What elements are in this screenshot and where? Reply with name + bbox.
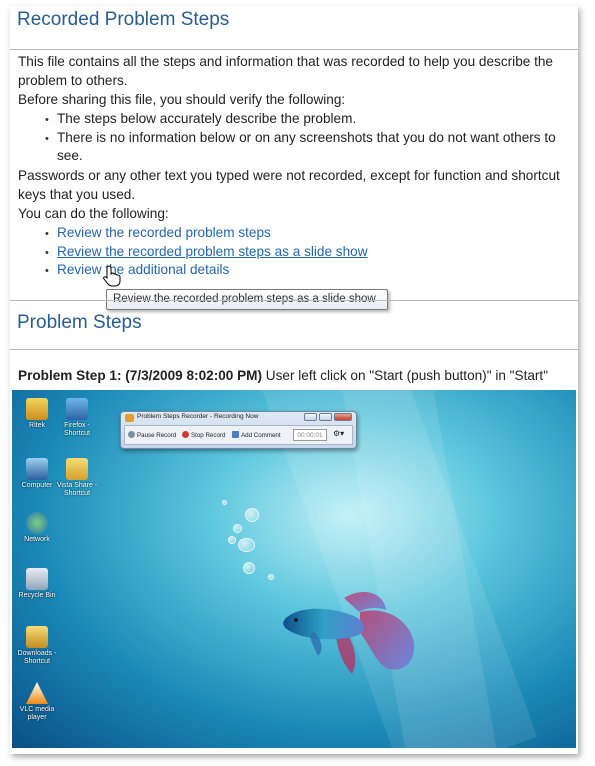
pause-record-button[interactable]: Pause Record bbox=[128, 431, 176, 439]
step-description: Problem Step 1: (7/3/2009 8:02:00 PM) Us… bbox=[18, 367, 578, 386]
desktop-icon[interactable]: Network bbox=[15, 512, 59, 544]
divider bbox=[10, 349, 578, 350]
recorder-icon bbox=[125, 414, 134, 422]
check-item-continued: see. bbox=[57, 148, 83, 163]
desktop-icon[interactable]: Computer bbox=[15, 458, 59, 490]
desktop-icon[interactable]: Firefox - Shortcut bbox=[55, 398, 99, 438]
recorder-toolbar: Pause Record Stop Record Add Comment 00:… bbox=[124, 425, 353, 445]
additional-details-link[interactable]: Review the additional details bbox=[57, 261, 229, 280]
divider bbox=[10, 300, 578, 301]
hand-cursor-icon bbox=[103, 265, 121, 287]
step-screenshot[interactable]: Ritek Firefox - Shortcut Computer Vista … bbox=[12, 390, 576, 748]
recording-timer: 00:00:01 bbox=[293, 429, 327, 441]
passwords-paragraph: Passwords or any other text you typed we… bbox=[18, 168, 560, 202]
desktop-icon[interactable]: VLC media player bbox=[15, 682, 59, 722]
bullet: • bbox=[45, 265, 49, 277]
divider bbox=[10, 49, 578, 50]
close-button[interactable] bbox=[334, 413, 352, 421]
bullet: • bbox=[45, 114, 49, 126]
bullet: • bbox=[45, 133, 49, 145]
desktop-icon[interactable]: Ritek bbox=[15, 398, 59, 430]
desktop-icon[interactable]: Downloads - Shortcut bbox=[15, 626, 59, 666]
step-text: User left click on "Start (push button)"… bbox=[262, 368, 549, 383]
desktop-icon[interactable]: Recycle Bin bbox=[15, 568, 59, 600]
recorded-steps-title: Recorded Problem Steps bbox=[17, 9, 230, 30]
add-comment-button[interactable]: Add Comment bbox=[232, 431, 281, 439]
step-heading: Problem Step 1: (7/3/2009 8:02:00 PM) bbox=[18, 368, 263, 383]
document-page: Recorded Problem Steps This file contain… bbox=[10, 6, 578, 754]
recorder-window[interactable]: Problem Steps Recorder - Recording Now P… bbox=[120, 411, 357, 449]
recorder-title: Problem Steps Recorder - Recording Now bbox=[137, 413, 259, 420]
desktop-icon[interactable]: Vista Share - Shortcut bbox=[55, 458, 99, 498]
verify-paragraph: Before sharing this file, you should ver… bbox=[18, 92, 346, 107]
help-dropdown-icon[interactable]: ⚙▾ bbox=[333, 429, 344, 438]
bullet: • bbox=[45, 247, 49, 259]
problem-steps-title: Problem Steps bbox=[17, 312, 142, 333]
options-paragraph: You can do the following: bbox=[18, 206, 169, 221]
maximize-button[interactable] bbox=[319, 413, 332, 421]
bullet: • bbox=[45, 228, 49, 240]
intro-paragraph: This file contains all the steps and inf… bbox=[18, 54, 553, 88]
check-item: There is no information below or on any … bbox=[57, 130, 556, 145]
slide-show-link[interactable]: Review the recorded problem steps as a s… bbox=[57, 243, 368, 262]
stop-record-button[interactable]: Stop Record bbox=[182, 431, 225, 439]
betta-fish-image bbox=[283, 591, 415, 674]
check-item: The steps below accurately describe the … bbox=[57, 111, 357, 126]
review-steps-link[interactable]: Review the recorded problem steps bbox=[57, 224, 271, 243]
minimize-button[interactable] bbox=[304, 413, 317, 421]
